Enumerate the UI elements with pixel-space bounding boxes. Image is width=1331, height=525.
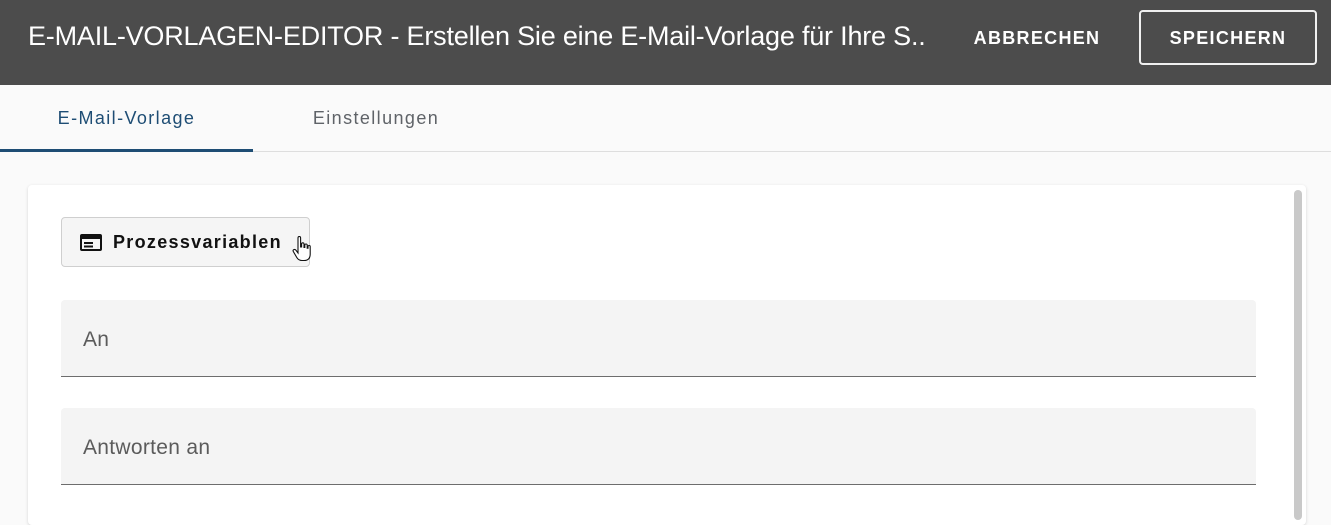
table-window-icon — [80, 234, 102, 251]
tab-email-template[interactable]: E-Mail-Vorlage — [0, 85, 253, 152]
to-field-label: An — [83, 328, 110, 351]
top-app-bar: E-MAIL-VORLAGEN-EDITOR - Erstellen Sie e… — [0, 0, 1331, 85]
to-field[interactable]: An — [61, 300, 1256, 377]
page-title: E-MAIL-VORLAGEN-EDITOR - Erstellen Sie e… — [28, 21, 928, 51]
tab-bar: E-Mail-Vorlage Einstellungen — [0, 85, 1331, 152]
reply-to-field[interactable]: Antworten an — [61, 408, 1256, 485]
vertical-scrollbar[interactable] — [1294, 190, 1302, 520]
process-variables-button[interactable]: Prozessvariablen — [61, 217, 310, 267]
cancel-button[interactable]: ABBRECHEN — [958, 11, 1116, 64]
save-button[interactable]: SPEICHERN — [1139, 10, 1317, 65]
active-tab-indicator — [0, 149, 253, 152]
reply-to-field-label: Antworten an — [83, 436, 211, 459]
tab-settings[interactable]: Einstellungen — [253, 85, 499, 152]
process-variables-label: Prozessvariablen — [113, 232, 282, 252]
